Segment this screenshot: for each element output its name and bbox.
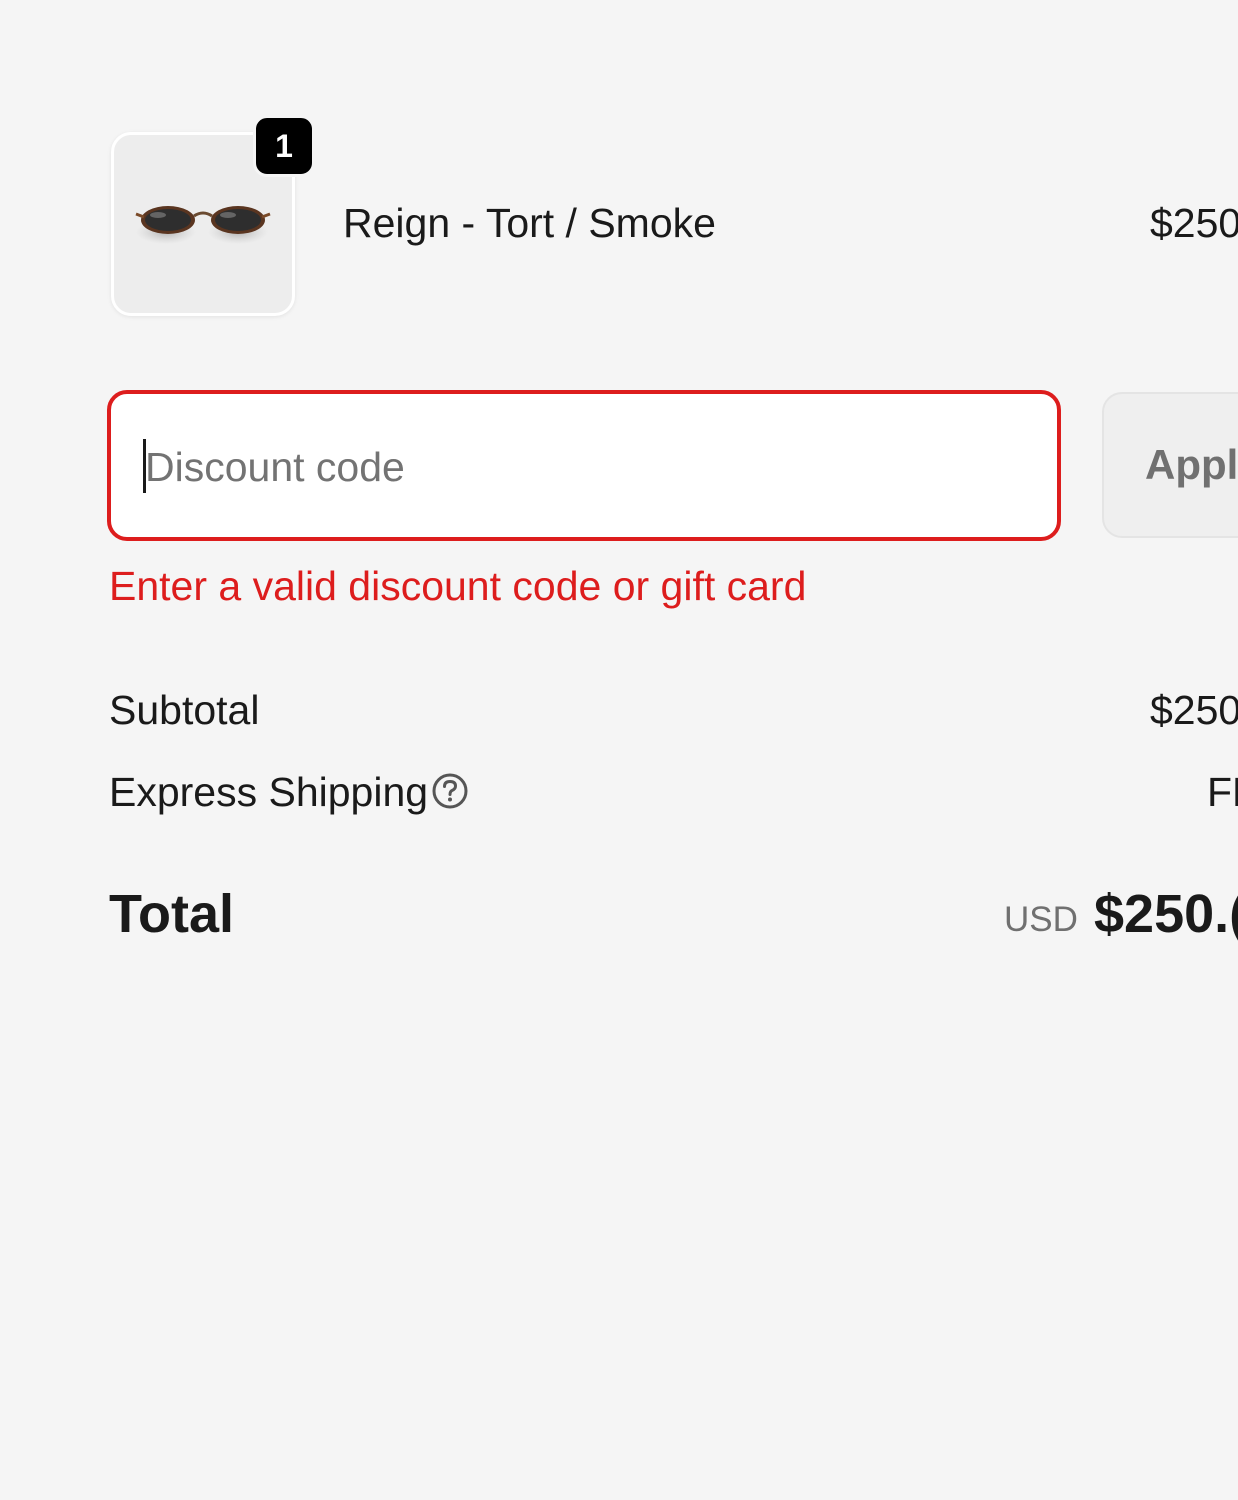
total-label: Total bbox=[109, 884, 234, 944]
product-price: $250 bbox=[1150, 200, 1238, 246]
product-name: Reign - Tort / Smoke bbox=[343, 200, 716, 246]
discount-error-message: Enter a valid discount code or gift card bbox=[109, 563, 807, 609]
shipping-label: Express Shipping bbox=[109, 769, 429, 815]
total-value: $250.( bbox=[1094, 884, 1238, 944]
currency-code: USD bbox=[1004, 900, 1078, 939]
question-circle-icon[interactable] bbox=[431, 772, 469, 810]
quantity-badge: 1 bbox=[253, 115, 315, 177]
discount-code-field[interactable] bbox=[107, 390, 1061, 541]
discount-code-input[interactable] bbox=[145, 437, 1005, 497]
subtotal-label: Subtotal bbox=[109, 687, 260, 733]
text-cursor bbox=[143, 439, 146, 493]
sunglasses-image bbox=[135, 206, 271, 244]
shipping-value: FF bbox=[1207, 769, 1238, 815]
subtotal-value: $250 bbox=[1150, 687, 1238, 733]
apply-button[interactable]: Apply bbox=[1102, 392, 1238, 538]
